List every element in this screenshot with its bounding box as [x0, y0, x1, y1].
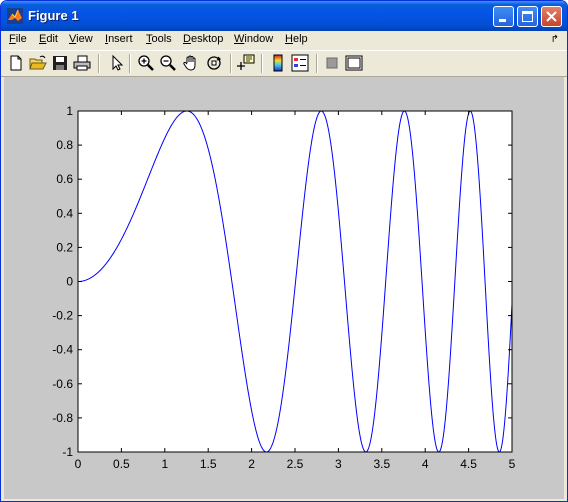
zoom-in-icon [138, 55, 154, 71]
print-icon [73, 55, 91, 71]
y-tick-label: -0.6 [52, 377, 73, 391]
figure-window: Figure 1 File Edit View Insert Tools Des… [0, 0, 568, 502]
close-icon [546, 11, 557, 22]
y-tick-label: -0.2 [52, 309, 73, 323]
y-tick-label: 1 [66, 104, 73, 118]
x-tick-label: 1.5 [200, 457, 217, 471]
new-figure-icon [10, 55, 22, 71]
menu-file[interactable]: File [9, 33, 27, 45]
y-tick-label: 0.6 [56, 172, 73, 186]
minimize-icon [499, 19, 506, 22]
toolbar-separator [230, 54, 232, 73]
toolbar-separator [129, 54, 131, 73]
minimize-button[interactable] [493, 6, 514, 27]
y-tick-label: 0.8 [56, 138, 73, 152]
y-tick-label: -1 [62, 445, 73, 459]
save-icon [53, 56, 67, 70]
menu-insert[interactable]: Insert [105, 33, 133, 45]
rotate-3d-icon [207, 56, 222, 70]
dock-arrow-icon[interactable]: ↱ [551, 34, 559, 45]
show-plot-tools-button[interactable] [345, 54, 363, 72]
print-button[interactable] [73, 54, 91, 72]
title-bar[interactable]: Figure 1 [1, 1, 567, 31]
x-tick-label: 4.5 [460, 457, 477, 471]
plot-area: 0 0.5 1 1.5 2 2.5 3 3.5 4 4.5 5 -1 -0.8 -0.6 -0.4 -0.2 0… [52, 104, 516, 471]
menu-tools[interactable]: Tools [146, 33, 172, 45]
y-tick-label: 0 [66, 275, 73, 289]
close-button[interactable] [541, 6, 562, 27]
menu-help[interactable]: Help [285, 33, 308, 45]
hide-plot-tools-button[interactable] [323, 54, 341, 72]
toolbar-separator [98, 54, 100, 73]
x-tick-label: 5 [509, 457, 516, 471]
maximize-button[interactable] [517, 6, 538, 27]
x-tick-label: 2 [248, 457, 255, 471]
x-tick-label: 0.5 [113, 457, 130, 471]
save-button[interactable] [51, 54, 69, 72]
y-tick-label: 0.2 [56, 240, 73, 254]
y-tick-label: 0.4 [56, 206, 73, 220]
menu-desktop[interactable]: Desktop [183, 33, 223, 45]
x-tick-label: 1 [161, 457, 168, 471]
open-file-button[interactable] [29, 54, 47, 72]
x-tick-label: 0 [75, 457, 82, 471]
insert-colorbar-icon [273, 54, 283, 72]
zoom-in-button[interactable] [137, 54, 155, 72]
zoom-out-button[interactable] [159, 54, 177, 72]
figure-toolbar [1, 50, 567, 77]
toolbar-separator [316, 54, 318, 73]
data-cursor-icon [237, 54, 255, 70]
x-tick-label: 4 [422, 457, 429, 471]
menu-edit[interactable]: Edit [39, 33, 58, 45]
menu-bar: File Edit View Insert Tools Desktop Wind… [1, 31, 567, 50]
x-tick-label: 3 [335, 457, 342, 471]
insert-legend-icon [291, 54, 309, 72]
pan-button[interactable] [182, 54, 200, 72]
x-tick-label: 2.5 [287, 457, 304, 471]
data-cursor-button[interactable] [237, 54, 255, 72]
y-tick-label: -0.4 [52, 343, 73, 357]
window-title: Figure 1 [28, 8, 79, 23]
menu-window[interactable]: Window [234, 33, 273, 45]
zoom-out-icon [160, 55, 176, 71]
show-plot-tools-icon [345, 55, 363, 71]
open-file-icon [29, 55, 47, 70]
maximize-icon [522, 11, 533, 22]
matlab-icon [7, 8, 23, 24]
new-figure-button[interactable] [7, 54, 25, 72]
x-tick-label: 3.5 [373, 457, 390, 471]
pan-icon [183, 55, 196, 71]
figure-canvas: 0 0.5 1 1.5 2 2.5 3 3.5 4 4.5 5 -1 -0.8 -0.6 -0.4 -0.2 0… [4, 77, 564, 499]
toolbar-separator [261, 54, 263, 73]
insert-legend-button[interactable] [291, 54, 309, 72]
hide-plot-tools-icon [326, 57, 338, 69]
rotate-3d-button[interactable] [205, 54, 223, 72]
menu-view[interactable]: View [69, 33, 93, 45]
edit-plot-button[interactable] [107, 54, 125, 72]
edit-plot-icon [112, 54, 124, 71]
y-tick-label: -0.8 [52, 411, 73, 425]
insert-colorbar-button[interactable] [269, 54, 287, 72]
